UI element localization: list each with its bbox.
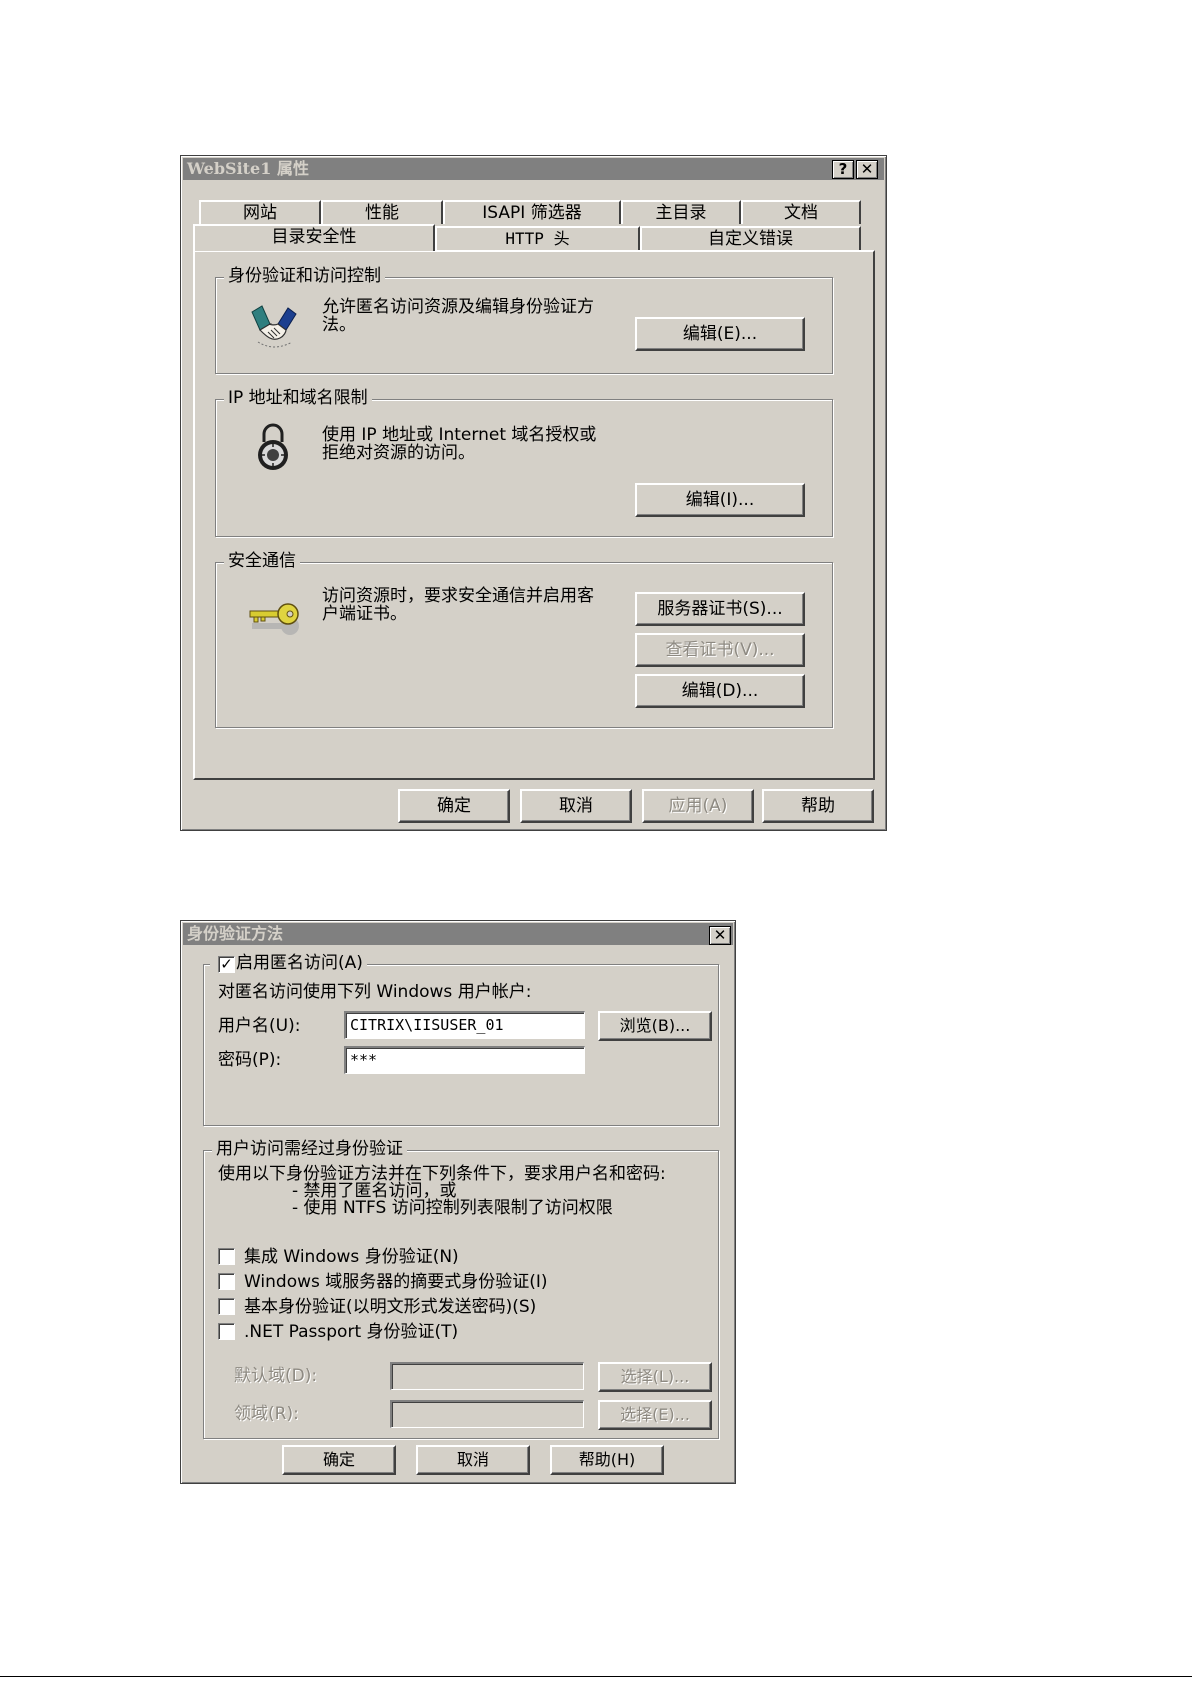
anonymous-access-group: 启用匿名访问(A) ✓ 对匿名访问使用下列 Windows 用户帐户: 用户名(… [203,952,719,1126]
passport-auth-label: .NET Passport 身份验证(T) [244,1322,459,1342]
close-button[interactable]: ✕ [709,926,731,945]
authentication-methods-dialog: 身份验证方法 ✕ 启用匿名访问(A) ✓ 对匿名访问使用下列 Windows 用… [180,920,736,1484]
username-field[interactable]: CITRIX\IISUSER_01 [344,1011,585,1039]
ip-description-line2: 拒绝对资源的访问。 [322,443,475,463]
padlock-icon [258,423,288,470]
close-button[interactable]: ✕ [856,160,878,179]
authenticated-access-group: 用户访问需经过身份验证 使用以下身份验证方法并在下列条件下，要求用户名和密码: … [203,1138,719,1439]
username-label: 用户名(U): [218,1016,301,1036]
secure-communications-group: 安全通信 访问资源时，要求安全通信并启用客 户端证书。 服务器证书(S)... … [215,550,833,728]
realm-label: 领域(R): [234,1404,299,1424]
help-button[interactable]: 帮助(H) [550,1445,664,1475]
group-title: 用户访问需经过身份验证 [212,1138,407,1160]
handshake-icon [251,305,297,348]
auth-condition-line3: - 使用 NTFS 访问控制列表限制了访问权限 [292,1198,613,1218]
group-title: 安全通信 [224,550,300,572]
basic-auth-checkbox[interactable] [218,1298,235,1315]
auth-description-line1: 允许匿名访问资源及编辑身份验证方 [322,297,594,317]
ok-button[interactable]: 确定 [282,1445,396,1475]
default-domain-label: 默认域(D): [234,1366,318,1386]
tab-home-directory[interactable]: 主目录 [621,200,741,224]
anonymous-access-checkbox[interactable]: ✓ [218,956,235,973]
cancel-button[interactable]: 取消 [520,789,632,823]
passport-auth-checkbox[interactable] [218,1323,235,1340]
group-title: 身份验证和访问控制 [224,265,385,287]
tab-panel: 身份验证和访问控制 允许匿名访问资源及编辑身份验证方 法。 编辑(E)... I… [193,250,875,780]
tab-http-headers[interactable]: HTTP 头 [435,226,640,250]
select-realm-button[interactable]: 选择(E)... [598,1400,712,1430]
view-certificate-button[interactable]: 查看证书(V)... [635,633,805,667]
default-domain-field[interactable] [390,1362,584,1390]
integrated-windows-auth-label: 集成 Windows 身份验证(N) [244,1247,459,1267]
cancel-button[interactable]: 取消 [416,1445,530,1475]
anonymous-description: 对匿名访问使用下列 Windows 用户帐户: [218,982,532,1002]
tab-isapi-filters[interactable]: ISAPI 筛选器 [443,200,621,224]
group-title: IP 地址和域名限制 [224,387,372,409]
help-title-button[interactable]: ? [832,160,854,179]
password-label: 密码(P): [218,1050,282,1070]
tab-custom-errors[interactable]: 自定义错误 [640,226,861,250]
ip-edit-button[interactable]: 编辑(I)... [635,483,805,517]
website-properties-dialog: WebSite1 属性 ? ✕ 网站 性能 ISAPI 筛选器 主目录 文档 目… [180,155,887,831]
server-certificate-button[interactable]: 服务器证书(S)... [635,592,805,626]
password-field[interactable]: *** [344,1046,585,1074]
apply-button[interactable]: 应用(A) [642,789,754,823]
help-button[interactable]: 帮助 [762,789,874,823]
ip-domain-restrictions-group: IP 地址和域名限制 使用 IP 地址或 Internet 域名授权或 拒绝对资… [215,387,833,537]
digest-auth-checkbox[interactable] [218,1273,235,1290]
auth-edit-button[interactable]: 编辑(E)... [635,317,805,351]
integrated-windows-auth-checkbox[interactable] [218,1248,235,1265]
secure-edit-button[interactable]: 编辑(D)... [635,674,805,708]
select-domain-button[interactable]: 选择(L)... [598,1362,712,1392]
browse-button[interactable]: 浏览(B)... [598,1011,712,1041]
dialog-title: WebSite1 属性 [183,158,884,180]
tab-website[interactable]: 网站 [199,200,321,224]
secure-description-line2: 户端证书。 [322,604,407,624]
tab-documents[interactable]: 文档 [741,200,861,224]
dialog-title: 身份验证方法 [183,923,733,945]
ok-button[interactable]: 确定 [398,789,510,823]
anonymous-access-label: 启用匿名访问(A) [236,953,363,973]
key-icon [249,603,299,635]
basic-auth-label: 基本身份验证(以明文形式发送密码)(S) [244,1297,537,1317]
page-bottom-rule [0,1676,1192,1677]
realm-field[interactable] [390,1400,584,1428]
digest-auth-label: Windows 域服务器的摘要式身份验证(I) [244,1272,548,1292]
auth-description-line2: 法。 [322,315,356,335]
tab-directory-security[interactable]: 目录安全性 [193,224,435,251]
tab-performance[interactable]: 性能 [321,200,443,224]
auth-access-control-group: 身份验证和访问控制 允许匿名访问资源及编辑身份验证方 法。 编辑(E)... [215,265,833,374]
